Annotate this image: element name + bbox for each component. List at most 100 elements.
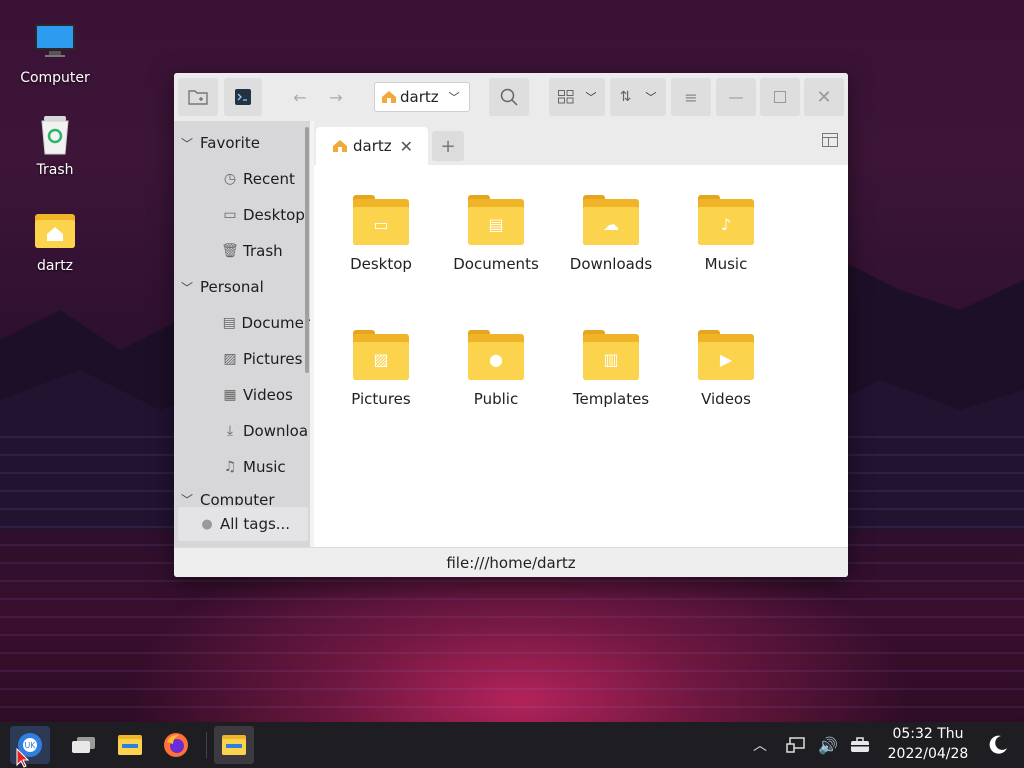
toolbox-button[interactable] (840, 726, 880, 764)
cloud-download-icon: ☁ (603, 215, 619, 234)
search-button[interactable] (489, 78, 529, 116)
folder-label: Documents (453, 255, 539, 273)
sidebar-group-personal[interactable]: ﹀ Personal (174, 269, 310, 305)
windows-icon (72, 737, 95, 753)
sidebar-scrollbar[interactable] (305, 127, 309, 373)
folder-videos[interactable]: ▶ Videos (676, 330, 776, 408)
sidebar-item-downloads[interactable]: ⤓ Downloa (174, 413, 310, 449)
details-panel-icon[interactable] (822, 133, 838, 147)
sidebar-item-label: Desktop (243, 206, 305, 224)
chevron-down-icon: ﹀ (180, 280, 193, 295)
sidebar-group-label: Personal (200, 278, 264, 296)
folder-music[interactable]: ♪ Music (676, 195, 776, 273)
new-folder-icon (188, 90, 208, 105)
document-icon: ▤ (488, 215, 504, 234)
home-folder-icon (33, 208, 77, 252)
sidebar-group-favorite[interactable]: ﹀ Favorite (174, 125, 310, 161)
sidebar-item-label: Music (243, 458, 286, 476)
folder-icon (222, 735, 246, 755)
folder-templates[interactable]: ▥ Templates (561, 330, 661, 408)
file-view: ▭ Desktop ▤ Documents ☁ Downloads ♪ Musi… (314, 165, 848, 547)
sidebar-item-videos[interactable]: ▦ Videos (174, 377, 310, 413)
folder-icon (118, 735, 142, 755)
sidebar-item-label: Downloa (243, 422, 309, 440)
tray-expand-button[interactable]: ︿ (740, 726, 780, 764)
arrow-right-icon: → (329, 87, 343, 107)
desktop-icon-label: Trash (36, 162, 74, 178)
download-icon: ⤓ (226, 423, 234, 439)
monitor-icon: ▭ (373, 215, 389, 234)
sidebar-item-recent[interactable]: ◷ Recent (174, 161, 310, 197)
hamburger-icon: ≡ (684, 87, 698, 107)
search-icon (500, 88, 518, 106)
folder-label: Music (704, 255, 748, 273)
clock[interactable]: 05:32 Thu 2022/04/28 (880, 724, 976, 764)
close-icon: ✕ (816, 86, 832, 108)
desktop-icon-home[interactable]: dartz (5, 208, 105, 274)
arrow-left-icon: ← (293, 87, 307, 107)
location-label: dartz (400, 88, 439, 106)
file-manager-launcher[interactable] (110, 726, 150, 764)
menu-button[interactable]: ≡ (671, 78, 711, 116)
night-mode-button[interactable] (978, 726, 1018, 764)
sidebar-item-documents[interactable]: ▤ Documer (174, 305, 310, 341)
close-icon[interactable]: ✕ (400, 137, 413, 156)
maximize-button[interactable] (760, 78, 800, 116)
file-manager-task[interactable] (214, 726, 254, 764)
person-icon: ● (489, 350, 503, 369)
grid-view-icon (557, 90, 573, 104)
folder-public[interactable]: ● Public (446, 330, 546, 408)
chevron-down-icon: ﹀ (180, 136, 193, 151)
close-button[interactable]: ✕ (804, 78, 844, 116)
current-path: file:///home/dartz (446, 553, 576, 572)
chevron-down-icon: ﹀ (180, 493, 193, 505)
sidebar-item-desktop[interactable]: ▭ Desktop (174, 197, 310, 233)
multitask-view-button[interactable] (64, 726, 104, 764)
taskbar-separator (206, 732, 207, 758)
desktop-icon-trash[interactable]: Trash (5, 112, 105, 178)
sidebar-group-computer[interactable]: ﹀ Computer (174, 485, 310, 505)
folder-documents[interactable]: ▤ Documents (446, 195, 546, 273)
maximize-icon (774, 91, 786, 103)
minimize-button[interactable]: — (716, 78, 756, 116)
location-combo[interactable]: dartz ﹀ (374, 82, 470, 112)
all-tags-button[interactable]: ● All tags... (178, 507, 308, 541)
folder-label: Pictures (351, 390, 411, 408)
tab-dartz[interactable]: dartz ✕ (316, 127, 428, 165)
sidebar-item-trash[interactable]: 🗑 Trash (174, 233, 310, 269)
open-terminal-button[interactable] (224, 78, 262, 116)
clock-date: 2022/04/28 (887, 746, 969, 762)
chevron-down-icon: ﹀ (645, 91, 657, 104)
folder-label: Templates (572, 390, 650, 408)
desktop-icon-computer[interactable]: Computer (5, 20, 105, 86)
firefox-launcher[interactable] (156, 726, 196, 764)
home-icon (382, 91, 396, 103)
sidebar-group-label: Favorite (200, 134, 260, 152)
plus-icon: + (440, 135, 456, 157)
tab-bar: dartz ✕ + (314, 121, 848, 165)
sidebar-group-label: Computer (200, 491, 275, 505)
sidebar: ﹀ Favorite ◷ Recent ▭ Desktop 🗑 Trash ﹀ … (174, 121, 310, 547)
all-tags-label: All tags... (220, 515, 291, 533)
view-mode-button[interactable]: ﹀ (549, 78, 605, 116)
sidebar-item-label: Documer (241, 314, 311, 332)
folder-downloads[interactable]: ☁ Downloads (561, 195, 661, 273)
film-icon: ▦ (223, 387, 237, 403)
folder-desktop[interactable]: ▭ Desktop (331, 195, 431, 273)
sort-button[interactable]: ⇅ ﹀ (610, 78, 666, 116)
status-bar: file:///home/dartz (174, 547, 848, 577)
sidebar-item-pictures[interactable]: ▨ Pictures (174, 341, 310, 377)
back-button[interactable]: ← (282, 78, 318, 116)
add-tab-button[interactable]: + (432, 131, 464, 161)
sidebar-item-music[interactable]: ♫ Music (174, 449, 310, 485)
home-icon (333, 140, 347, 152)
image-icon: ▨ (373, 350, 389, 369)
forward-button[interactable]: → (318, 78, 354, 116)
tab-label: dartz (353, 137, 392, 155)
sidebar-item-label: Videos (243, 386, 293, 404)
folder-label: Downloads (569, 255, 653, 273)
music-icon: ♫ (223, 459, 237, 475)
folder-pictures[interactable]: ▨ Pictures (331, 330, 431, 408)
folder-label: Desktop (350, 255, 412, 273)
new-folder-button[interactable] (178, 78, 218, 116)
